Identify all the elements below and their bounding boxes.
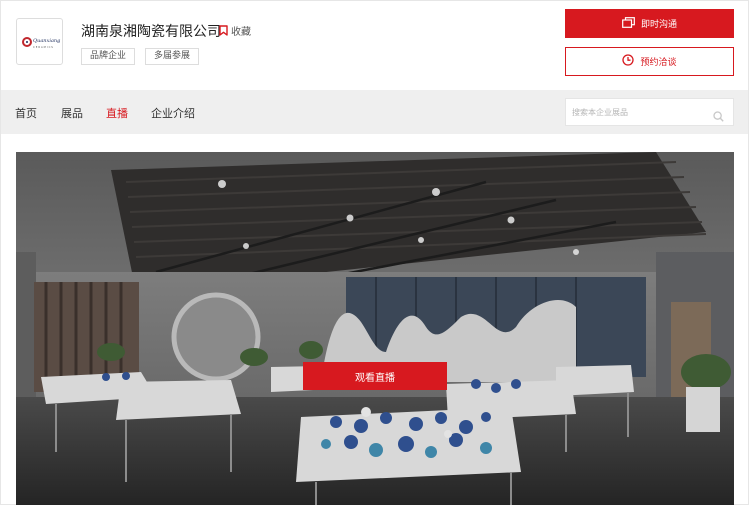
chat-window-icon (622, 16, 635, 31)
instant-chat-button[interactable]: 即时沟通 (565, 9, 734, 38)
tag-brand-enterprise: 品牌企业 (81, 48, 135, 65)
bookmark-icon (219, 25, 228, 36)
instant-chat-label: 即时沟通 (640, 20, 677, 30)
logo-subtitle: CERAMICS (33, 46, 54, 49)
logo-wordmark: Quanxiang (33, 38, 61, 44)
logo-mark (22, 37, 32, 47)
search-box (565, 98, 734, 126)
favorite-label: 收藏 (231, 27, 251, 38)
page: Quanxiang CERAMICS 湖南泉湘陶瓷有限公司 收藏 品牌企业 多届… (0, 0, 749, 505)
favorite-button[interactable]: 收藏 (219, 23, 251, 38)
company-logo: Quanxiang CERAMICS (16, 18, 63, 65)
tag-multi-exhibitor: 多届参展 (145, 48, 199, 65)
company-nav: 首页 展品 直播 企业介绍 (1, 90, 748, 134)
nav-exhibits[interactable]: 展品 (61, 105, 83, 121)
nav-live[interactable]: 直播 (106, 105, 128, 121)
appointment-label: 预约洽谈 (640, 58, 677, 68)
company-name: 湖南泉湘陶瓷有限公司 (81, 24, 221, 40)
appointment-button[interactable]: 预约洽谈 (565, 47, 734, 76)
showroom-image (16, 152, 734, 505)
search-icon[interactable] (713, 107, 724, 126)
watch-live-button[interactable]: 观看直播 (303, 362, 447, 390)
nav-home[interactable]: 首页 (15, 105, 37, 121)
search-input[interactable] (572, 105, 702, 120)
nav-company-intro[interactable]: 企业介绍 (151, 105, 195, 121)
company-header: Quanxiang CERAMICS 湖南泉湘陶瓷有限公司 收藏 品牌企业 多届… (1, 1, 748, 89)
clock-icon (622, 54, 635, 69)
live-stream-preview[interactable]: 观看直播 (16, 152, 734, 505)
